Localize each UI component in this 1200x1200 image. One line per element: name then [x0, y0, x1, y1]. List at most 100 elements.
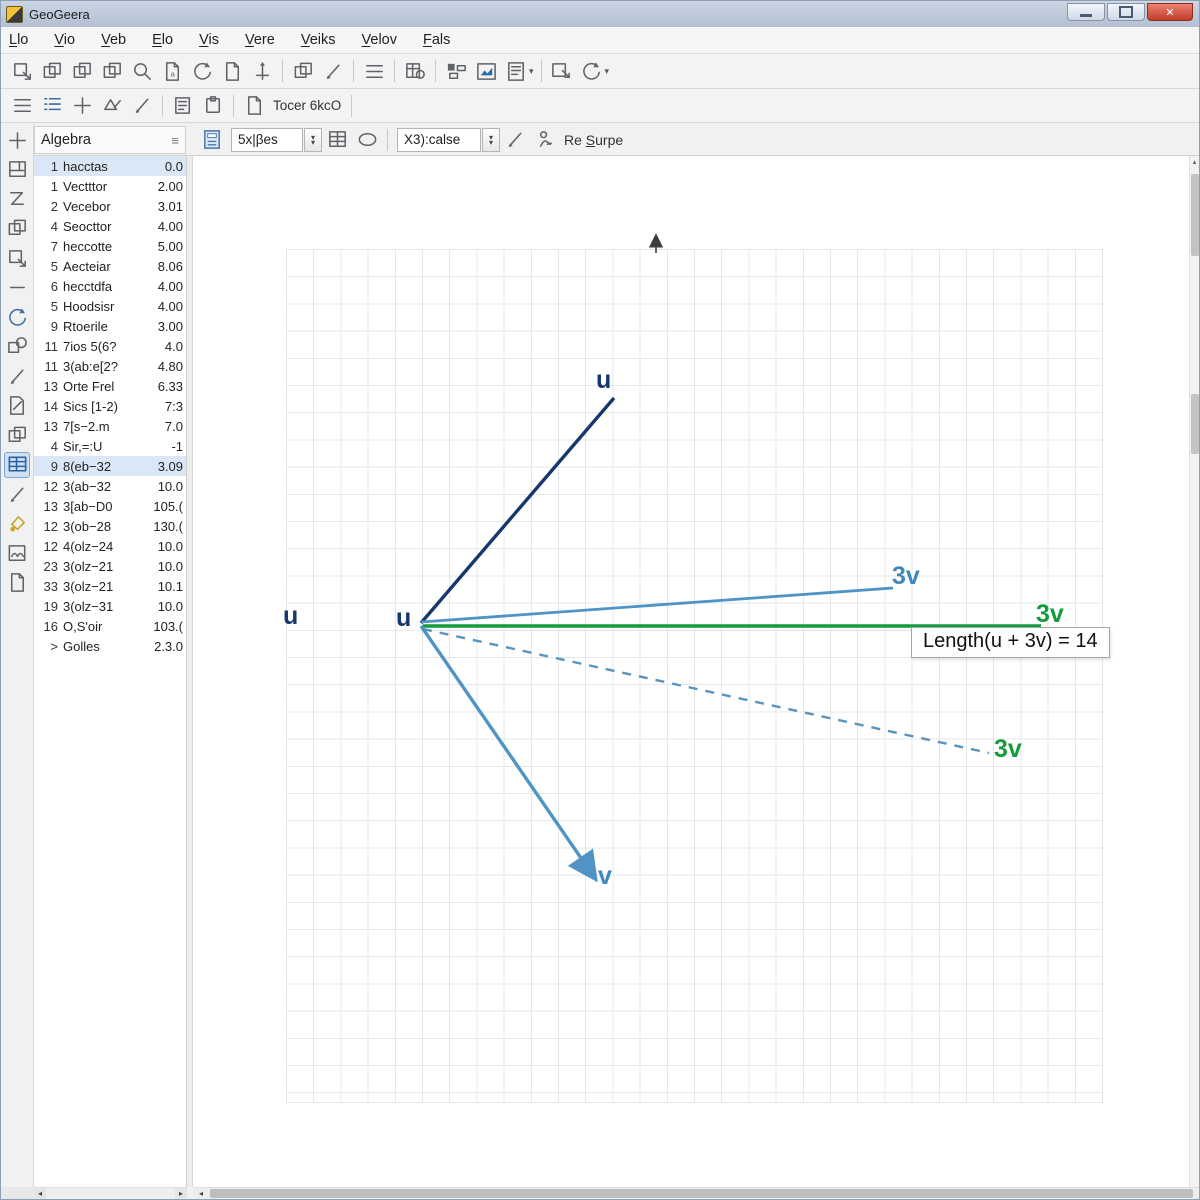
algebra-row[interactable]: 12 4(olz−24 10.0 — [34, 536, 186, 556]
algebra-row[interactable]: 12 3(ab−32 10.0 — [34, 476, 186, 496]
table-search-icon[interactable] — [401, 58, 429, 84]
scroll-up-icon[interactable]: ▴ — [1190, 158, 1199, 166]
minus-tool-icon[interactable] — [4, 275, 30, 301]
algebra-row[interactable]: 5 Hoodsisr 4.00 — [34, 296, 186, 316]
scroll-left-icon[interactable]: ◂ — [34, 1188, 46, 1199]
oval-icon[interactable] — [353, 127, 381, 153]
canvas-scrollbar[interactable]: ◂ — [193, 1187, 1199, 1199]
algebra-row[interactable]: 13 3[ab−D0 105.( — [34, 496, 186, 516]
algebra-row[interactable]: 11 3(ab:e[2? 4.80 — [34, 356, 186, 376]
vector-label-u[interactable]: u — [396, 606, 411, 631]
algebra-row[interactable]: 11 7ios 5(6? 4.0 — [34, 336, 186, 356]
algebra-row[interactable]: 19 3(olz−31 10.0 — [34, 596, 186, 616]
algebra-row[interactable]: 12 3(ob−28 130.( — [34, 516, 186, 536]
canvas-scroll-left-icon[interactable]: ◂ — [195, 1188, 207, 1199]
scale-dropdown-dropdown-icon[interactable]: ▾ ▾ — [482, 127, 500, 152]
chevron-down-icon[interactable]: ▾ — [605, 66, 610, 77]
scroll-right-icon[interactable]: ▸ — [175, 1188, 187, 1199]
algebra-row[interactable]: 14 Sics [1-2) 7:3 — [34, 396, 186, 416]
person-move-icon[interactable] — [531, 127, 559, 153]
vector-3v-upper[interactable] — [420, 586, 894, 624]
algebra-row[interactable]: 33 3(olz−21 10.1 — [34, 576, 186, 596]
vector-label-u[interactable]: u — [283, 604, 298, 629]
calculator-icon[interactable] — [198, 127, 226, 153]
menu-item-llo[interactable]: Llo — [9, 32, 28, 48]
pencil2-tool-icon[interactable] — [4, 481, 30, 507]
pen-icon[interactable] — [128, 93, 156, 119]
duplicate-page-icon[interactable] — [289, 58, 317, 84]
algebra-panel[interactable]: 1 hacctas 0.0 1 Vectttor 2.00 2 Vecebor 3.01 4 Seo… — [34, 156, 187, 1187]
copy-tool-icon[interactable] — [38, 58, 66, 84]
vector-label-3v[interactable]: 3v — [1036, 602, 1064, 627]
clipboard-icon[interactable] — [199, 93, 227, 119]
vector-label-u[interactable]: u — [596, 368, 611, 393]
algebra-row[interactable]: 7 heccotte 5.00 — [34, 236, 186, 256]
move-shapes-tool-icon[interactable] — [4, 334, 30, 360]
vector-v[interactable] — [419, 625, 598, 883]
algebra-row[interactable]: 2 Vecebor 3.01 — [34, 196, 186, 216]
grid-tool-icon[interactable] — [4, 451, 30, 478]
algebra-row[interactable]: 16 O,S'oir 103.( — [34, 616, 186, 636]
vector-label-v[interactable]: v — [598, 864, 612, 889]
algebra-row[interactable]: 9 8(eb−32 3.09 — [34, 456, 186, 476]
menu-item-veiks[interactable]: Veiks — [301, 32, 336, 48]
rotate-document-icon[interactable] — [188, 58, 216, 84]
numbered-list-icon[interactable] — [38, 93, 66, 119]
style-dropdown[interactable]: 5x|βes — [231, 127, 303, 152]
algebra-row[interactable]: 1 Vectttor 2.00 — [34, 176, 186, 196]
vertical-scrollbar[interactable]: ▴ — [1189, 156, 1199, 1187]
zigzag-tool-icon[interactable] — [4, 186, 30, 212]
algebra-row[interactable]: 6 hecctdfa 4.00 — [34, 276, 186, 296]
graphics-view[interactable]: u u u 3v 3v 3v v Length(u + 3v) = 14 — [193, 156, 1189, 1187]
panel-tool-icon[interactable] — [4, 157, 30, 183]
copy-shapes-tool-icon[interactable] — [4, 216, 30, 242]
duplicate-tool-icon[interactable] — [4, 422, 30, 448]
triangle-pencil-icon[interactable] — [98, 93, 126, 119]
maximize-button[interactable] — [1107, 3, 1145, 21]
algebra-panel-header[interactable]: Algebra ≡ — [34, 126, 186, 154]
image-chart-icon[interactable] — [472, 58, 500, 84]
paint-tool-icon[interactable] — [4, 511, 30, 537]
algebra-row[interactable]: 9 Rtoerile 3.00 — [34, 316, 186, 336]
export-shape-tool-icon[interactable] — [4, 245, 30, 271]
layout-blocks-icon[interactable] — [442, 58, 470, 84]
chevron-down-icon[interactable]: ▾ — [529, 66, 534, 77]
menu-item-vere[interactable]: Vere — [245, 32, 275, 48]
axis-pin-icon[interactable] — [248, 58, 276, 84]
algebra-row[interactable]: 4 Seocttor 4.00 — [34, 216, 186, 236]
vector-label-3v[interactable]: 3v — [892, 564, 920, 589]
page-icon[interactable] — [240, 93, 268, 119]
pencil-icon[interactable] — [319, 58, 347, 84]
algebra-row[interactable]: 13 Orte Frel 6.33 — [34, 376, 186, 396]
rotate-tool-icon[interactable] — [4, 304, 30, 330]
pencil-icon[interactable] — [501, 127, 529, 153]
algebra-scrollbar[interactable]: ◂ ▸ — [34, 1187, 187, 1199]
new-document-icon[interactable] — [218, 58, 246, 84]
vector-u[interactable] — [419, 396, 616, 625]
minimize-button[interactable] — [1067, 3, 1105, 21]
zoom-icon[interactable] — [128, 58, 156, 84]
style-dropdown-dropdown-icon[interactable]: ▾ ▾ — [304, 127, 322, 152]
vertical-scroll-thumb[interactable] — [1191, 174, 1199, 256]
menu-item-vio[interactable]: Vio — [54, 32, 75, 48]
menu-item-fals[interactable]: Fals — [423, 32, 450, 48]
list-options-icon[interactable] — [360, 58, 388, 84]
panel-menu-icon[interactable]: ≡ — [171, 133, 179, 148]
algebra-row[interactable]: 23 3(olz−21 10.0 — [34, 556, 186, 576]
overlap-shapes-dark-icon[interactable] — [98, 58, 126, 84]
close-button[interactable]: ✕ — [1147, 3, 1193, 21]
algebra-row[interactable]: > Golles 2.3.0 — [34, 636, 186, 656]
overlap-shapes-icon[interactable] — [68, 58, 96, 84]
pen-tool-icon[interactable] — [4, 363, 30, 389]
new-window-icon[interactable] — [548, 58, 576, 84]
table-icon[interactable] — [323, 127, 351, 153]
move-tool-icon[interactable] — [8, 58, 36, 84]
vector-3v-dashed[interactable] — [422, 627, 990, 755]
add-tool-icon[interactable] — [4, 127, 30, 153]
plus-cross-icon[interactable] — [68, 93, 96, 119]
menu-item-vis[interactable]: Vis — [199, 32, 219, 48]
document-a-icon[interactable]: a — [158, 58, 186, 84]
algebra-row[interactable]: 5 Aecteiar 8.06 — [34, 256, 186, 276]
algebra-row[interactable]: 1 hacctas 0.0 — [34, 156, 186, 176]
doc-edit-tool-icon[interactable] — [4, 393, 30, 419]
